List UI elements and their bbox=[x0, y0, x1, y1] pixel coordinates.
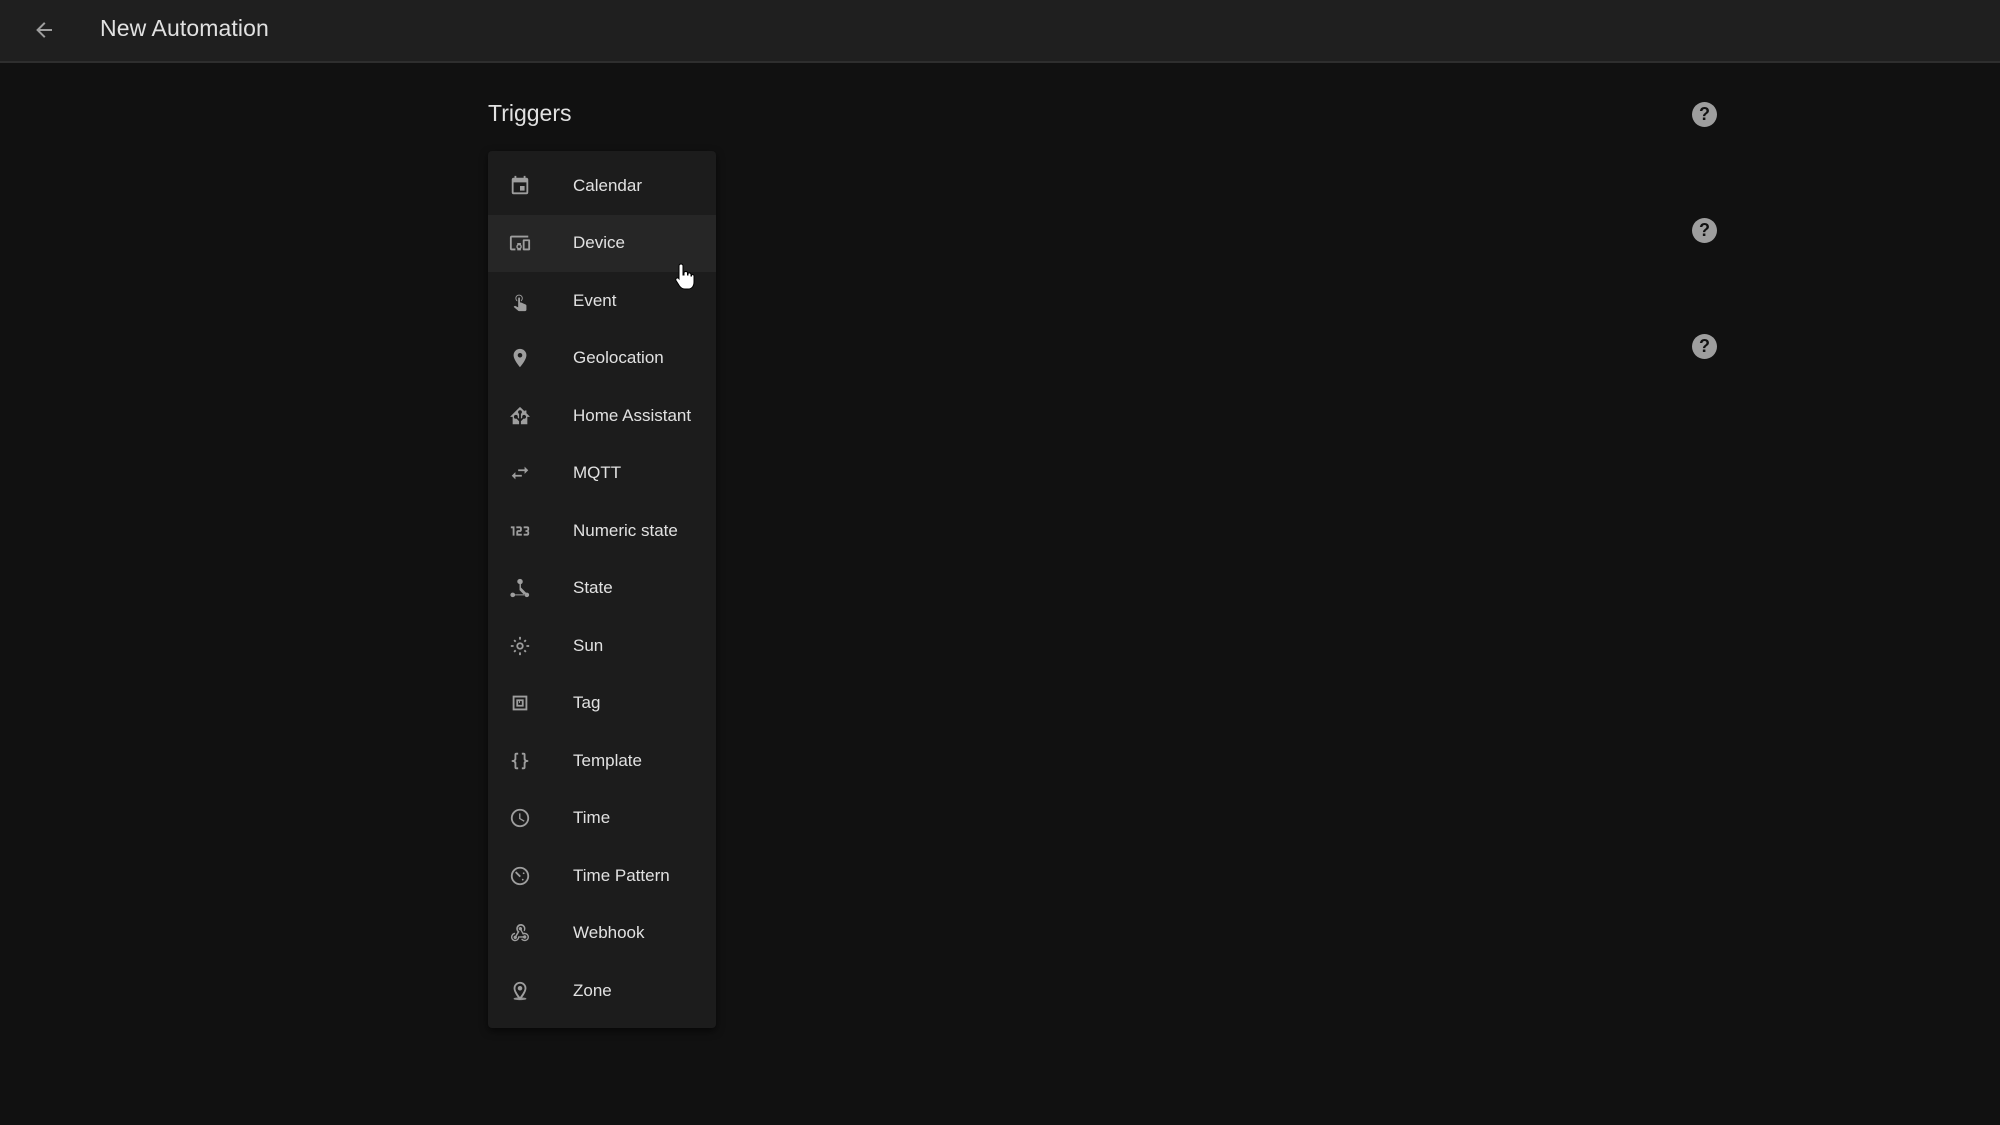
menu-item-time-pattern[interactable]: Time Pattern bbox=[488, 847, 716, 905]
menu-item-label: Geolocation bbox=[573, 348, 664, 368]
menu-item-device[interactable]: Device bbox=[488, 214, 716, 272]
menu-item-home-assistant[interactable]: Home Assistant bbox=[488, 387, 716, 445]
webhook-icon bbox=[508, 921, 532, 945]
menu-item-label: Calendar bbox=[573, 175, 642, 195]
numeric-icon bbox=[508, 519, 532, 543]
menu-item-template[interactable]: Template bbox=[488, 732, 716, 790]
arrow-left-icon bbox=[36, 22, 52, 38]
menu-item-label: Zone bbox=[573, 980, 612, 1000]
menu-item-geolocation[interactable]: Geolocation bbox=[488, 330, 716, 388]
map-marker-icon bbox=[508, 346, 532, 370]
menu-item-label: Tag bbox=[573, 693, 601, 713]
devices-icon bbox=[508, 231, 532, 255]
menu-item-zone[interactable]: Zone bbox=[488, 962, 716, 1020]
help-icon[interactable]: ? bbox=[1692, 334, 1717, 359]
menu-item-label: State bbox=[573, 578, 613, 598]
state-machine-icon bbox=[508, 576, 532, 600]
menu-item-label: Sun bbox=[573, 635, 604, 655]
menu-item-label: Event bbox=[573, 290, 617, 310]
calendar-icon bbox=[508, 174, 532, 198]
menu-item-webhook[interactable]: Webhook bbox=[488, 905, 716, 963]
page-title: New Automation bbox=[100, 15, 269, 41]
menu-item-mqtt[interactable]: MQTT bbox=[488, 445, 716, 503]
menu-item-sun[interactable]: Sun bbox=[488, 617, 716, 675]
help-glyph: ? bbox=[1699, 336, 1710, 356]
zone-marker-icon bbox=[508, 979, 532, 1003]
menu-item-time[interactable]: Time bbox=[488, 790, 716, 848]
menu-item-event[interactable]: Event bbox=[488, 272, 716, 330]
trigger-type-menu: Calendar Device Event Geolocation Home A… bbox=[488, 151, 716, 1028]
home-assistant-icon bbox=[508, 404, 532, 428]
menu-item-label: Time bbox=[573, 808, 611, 828]
nfc-tag-icon bbox=[508, 691, 532, 715]
sun-icon bbox=[508, 634, 532, 658]
top-app-bar: New Automation bbox=[0, 0, 2000, 63]
menu-item-label: Template bbox=[573, 750, 642, 770]
menu-item-label: Device bbox=[573, 233, 625, 253]
menu-item-state[interactable]: State bbox=[488, 560, 716, 618]
help-glyph: ? bbox=[1699, 104, 1710, 124]
back-button[interactable] bbox=[26, 12, 62, 48]
menu-item-tag[interactable]: Tag bbox=[488, 675, 716, 733]
clock-icon bbox=[508, 806, 532, 830]
help-icon[interactable]: ? bbox=[1692, 218, 1717, 243]
menu-item-label: Time Pattern bbox=[573, 865, 670, 885]
menu-item-label: MQTT bbox=[573, 463, 622, 483]
help-glyph: ? bbox=[1699, 220, 1710, 240]
menu-item-numeric-state[interactable]: Numeric state bbox=[488, 502, 716, 560]
menu-item-label: Numeric state bbox=[573, 520, 678, 540]
gesture-tap-icon bbox=[508, 289, 532, 313]
clock-pattern-icon bbox=[508, 864, 532, 888]
menu-item-calendar[interactable]: Calendar bbox=[488, 157, 716, 215]
code-braces-icon bbox=[508, 749, 532, 773]
menu-item-label: Webhook bbox=[573, 923, 645, 943]
help-icon[interactable]: ? bbox=[1692, 102, 1717, 127]
triggers-heading: Triggers bbox=[488, 100, 572, 126]
swap-horizontal-icon bbox=[508, 461, 532, 485]
menu-item-label: Home Assistant bbox=[573, 405, 692, 425]
